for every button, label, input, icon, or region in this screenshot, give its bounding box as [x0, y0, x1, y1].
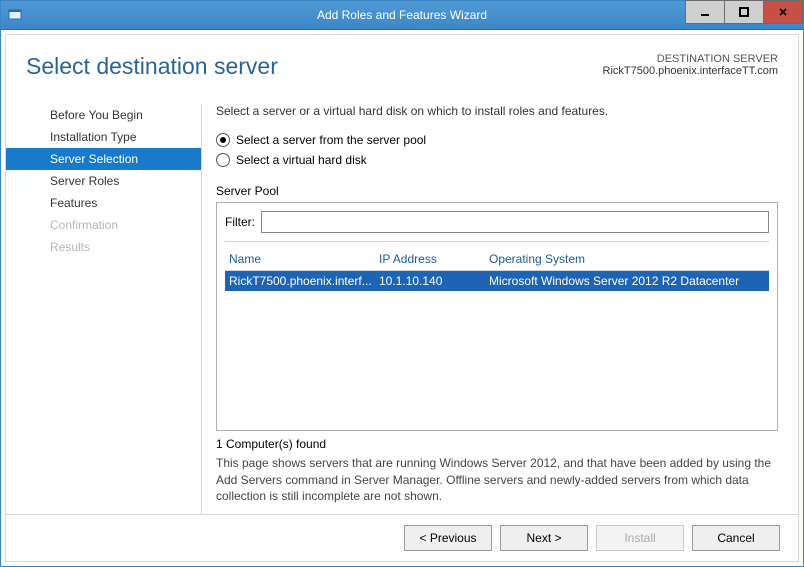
radio-icon — [216, 133, 230, 147]
computers-found: 1 Computer(s) found — [216, 437, 778, 451]
destination-label: DESTINATION SERVER — [603, 53, 778, 65]
radio-virtual-hard-disk[interactable]: Select a virtual hard disk — [216, 153, 778, 167]
instruction-text: Select a server or a virtual hard disk o… — [216, 104, 778, 118]
sidebar-item-before-you-begin[interactable]: Before You Begin — [6, 104, 201, 126]
destination-host: RickT7500.phoenix.interfaceTT.com — [603, 65, 778, 77]
sidebar-item-server-roles[interactable]: Server Roles — [6, 170, 201, 192]
titlebar: Add Roles and Features Wizard — [1, 1, 803, 30]
radio-label: Select a virtual hard disk — [236, 153, 367, 167]
server-pool-box: Filter: Name IP Address Operating System… — [216, 202, 778, 431]
cell-ip: 10.1.10.140 — [379, 274, 489, 288]
minimize-button[interactable] — [685, 0, 725, 24]
column-header-name[interactable]: Name — [229, 252, 379, 266]
column-header-os[interactable]: Operating System — [489, 252, 765, 266]
wizard-window: Add Roles and Features Wizard Select des… — [0, 0, 804, 567]
footnote-text: This page shows servers that are running… — [216, 455, 778, 504]
table-row[interactable]: RickT7500.phoenix.interf... 10.1.10.140 … — [225, 271, 769, 291]
body: Before You Begin Installation Type Serve… — [6, 104, 798, 514]
filter-row: Filter: — [225, 211, 769, 242]
next-button[interactable]: Next > — [500, 525, 588, 551]
main-panel: Select a server or a virtual hard disk o… — [201, 104, 798, 514]
sidebar-item-server-selection[interactable]: Server Selection — [6, 148, 201, 170]
radio-icon — [216, 153, 230, 167]
wizard-sidebar: Before You Begin Installation Type Serve… — [6, 104, 201, 514]
window-buttons — [685, 1, 803, 29]
filter-input[interactable] — [261, 211, 769, 233]
install-button: Install — [596, 525, 684, 551]
page-title: Select destination server — [26, 53, 278, 80]
sidebar-item-installation-type[interactable]: Installation Type — [6, 126, 201, 148]
sidebar-item-features[interactable]: Features — [6, 192, 201, 214]
cell-name: RickT7500.phoenix.interf... — [229, 274, 379, 288]
button-bar: < Previous Next > Install Cancel — [6, 514, 798, 561]
filter-label: Filter: — [225, 215, 255, 229]
content: Select destination server DESTINATION SE… — [5, 34, 799, 562]
grid-body: RickT7500.phoenix.interf... 10.1.10.140 … — [225, 270, 769, 426]
cancel-button[interactable]: Cancel — [692, 525, 780, 551]
radio-label: Select a server from the server pool — [236, 133, 426, 147]
app-icon — [7, 7, 23, 23]
column-header-ip[interactable]: IP Address — [379, 252, 489, 266]
header-area: Select destination server DESTINATION SE… — [6, 35, 798, 104]
previous-button[interactable]: < Previous — [404, 525, 492, 551]
window-title: Add Roles and Features Wizard — [1, 8, 803, 22]
content-outer: Select destination server DESTINATION SE… — [1, 30, 803, 566]
destination-info: DESTINATION SERVER RickT7500.phoenix.int… — [603, 53, 778, 80]
grid-headers: Name IP Address Operating System — [225, 248, 769, 270]
cell-os: Microsoft Windows Server 2012 R2 Datacen… — [489, 274, 765, 288]
radio-server-pool[interactable]: Select a server from the server pool — [216, 133, 778, 147]
close-button[interactable] — [764, 0, 803, 24]
sidebar-item-results: Results — [6, 236, 201, 258]
sidebar-item-confirmation: Confirmation — [6, 214, 201, 236]
maximize-button[interactable] — [725, 0, 764, 24]
server-pool-label: Server Pool — [216, 184, 778, 198]
